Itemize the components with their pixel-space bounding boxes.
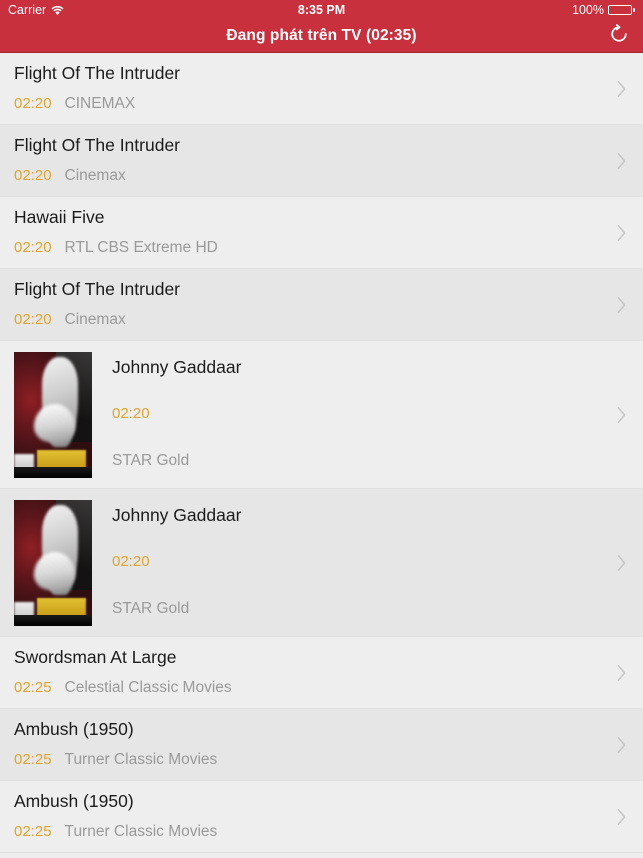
program-title: Flight Of The Intruder xyxy=(14,280,181,300)
program-channel: Celestial Classic Movies xyxy=(64,679,232,697)
row-content: Ambush (1950) 02:25 Turner Classic Movies xyxy=(14,720,603,769)
row-content: Swordsman At Large 02:25 Celestial Classic… xyxy=(14,648,603,697)
program-title: Johnny Gaddaar xyxy=(112,506,242,525)
chevron-right-icon[interactable] xyxy=(613,637,629,708)
row-content: Flight Of The Intruder 02:20 Cinemax xyxy=(14,136,603,185)
program-meta: 02:25 Celestial Classic Movies xyxy=(14,679,603,697)
row-content: Johnny Gaddaar 02:20 STAR Gold xyxy=(112,352,603,477)
program-title: Hawaii Five xyxy=(14,208,105,228)
table-row[interactable]: Flight Of The Intruder 02:20 Cinemax xyxy=(0,125,643,197)
row-content: Hawaii Five 02:20 RTL CBS Extreme HD xyxy=(14,208,603,257)
program-title: Ambush (1950) xyxy=(14,720,134,740)
table-row[interactable]: Hawaii Five 02:20 RTL CBS Extreme HD xyxy=(0,197,643,269)
program-meta: 02:20 Cinemax xyxy=(14,311,603,329)
battery-percent-label: 100% xyxy=(572,3,604,17)
program-list[interactable]: Flight Of The Intruder 02:20 CINEMAX Flight… xyxy=(0,53,643,853)
program-channel: STAR Gold xyxy=(112,451,190,469)
program-time: 02:25 xyxy=(14,679,52,697)
refresh-button[interactable] xyxy=(607,23,631,50)
table-row[interactable]: Swordsman At Large 02:25 Celestial Classic… xyxy=(0,637,643,709)
status-bar: Carrier 8:35 PM 100% xyxy=(0,0,643,20)
program-time: 02:20 xyxy=(112,553,150,571)
program-channel: RTL CBS Extreme HD xyxy=(64,239,218,257)
program-title: Ambush (1950) xyxy=(14,792,134,812)
program-title: Flight Of The Intruder xyxy=(14,64,181,84)
row-content: Ambush (1950) 02:25 Turner Classic Movies xyxy=(14,792,603,841)
row-content: Flight Of The Intruder 02:20 Cinemax xyxy=(14,280,603,329)
status-bar-left: Carrier xyxy=(8,3,64,17)
movie-poster-thumbnail xyxy=(14,499,92,626)
chevron-right-icon[interactable] xyxy=(613,197,629,268)
wifi-icon xyxy=(51,5,64,16)
program-channel: Turner Classic Movies xyxy=(64,823,218,841)
program-title: Swordsman At Large xyxy=(14,648,177,668)
program-meta: 02:20 RTL CBS Extreme HD xyxy=(14,239,603,257)
program-meta: 02:20 CINEMAX xyxy=(14,95,603,113)
program-time: 02:20 xyxy=(112,405,150,423)
chevron-right-icon[interactable] xyxy=(613,500,629,625)
program-title: Johnny Gaddaar xyxy=(112,358,242,377)
program-time: 02:20 xyxy=(14,239,52,257)
carrier-label: Carrier xyxy=(8,3,47,17)
status-bar-right: 100% xyxy=(572,3,635,17)
program-time: 02:25 xyxy=(14,751,52,769)
refresh-icon xyxy=(608,23,630,50)
program-channel: Cinemax xyxy=(64,311,126,329)
table-row[interactable]: Ambush (1950) 02:25 Turner Classic Movies xyxy=(0,781,643,853)
status-bar-time: 8:35 PM xyxy=(297,3,346,17)
navigation-bar: Đang phát trên TV (02:35) xyxy=(0,20,643,53)
table-row[interactable]: Ambush (1950) 02:25 Turner Classic Movies xyxy=(0,709,643,781)
program-time: 02:20 xyxy=(14,167,52,185)
page-title: Đang phát trên TV (02:35) xyxy=(226,27,417,44)
table-row[interactable]: Flight Of The Intruder 02:20 CINEMAX xyxy=(0,53,643,125)
row-content: Johnny Gaddaar 02:20 STAR Gold xyxy=(112,500,603,625)
movie-poster-thumbnail xyxy=(14,351,92,478)
table-row[interactable]: Johnny Gaddaar 02:20 STAR Gold xyxy=(0,341,643,489)
chevron-right-icon[interactable] xyxy=(613,125,629,196)
program-meta: 02:20 Cinemax xyxy=(14,167,603,185)
program-time: 02:20 xyxy=(14,311,52,329)
program-channel: Cinemax xyxy=(64,167,126,185)
table-row[interactable]: Johnny Gaddaar 02:20 STAR Gold xyxy=(0,489,643,637)
program-time: 02:20 xyxy=(14,95,52,113)
battery-full-icon xyxy=(608,4,635,16)
program-channel: STAR Gold xyxy=(112,599,190,617)
program-meta: 02:25 Turner Classic Movies xyxy=(14,823,603,841)
program-title: Flight Of The Intruder xyxy=(14,136,181,156)
program-channel: CINEMAX xyxy=(64,95,136,113)
chevron-right-icon[interactable] xyxy=(613,269,629,340)
chevron-right-icon[interactable] xyxy=(613,53,629,124)
chevron-right-icon[interactable] xyxy=(613,352,629,477)
program-meta: 02:25 Turner Classic Movies xyxy=(14,751,603,769)
chevron-right-icon[interactable] xyxy=(613,709,629,780)
chevron-right-icon[interactable] xyxy=(613,781,629,852)
table-row[interactable]: Flight Of The Intruder 02:20 Cinemax xyxy=(0,269,643,341)
program-channel: Turner Classic Movies xyxy=(64,751,218,769)
program-time: 02:25 xyxy=(14,823,52,841)
row-content: Flight Of The Intruder 02:20 CINEMAX xyxy=(14,64,603,113)
